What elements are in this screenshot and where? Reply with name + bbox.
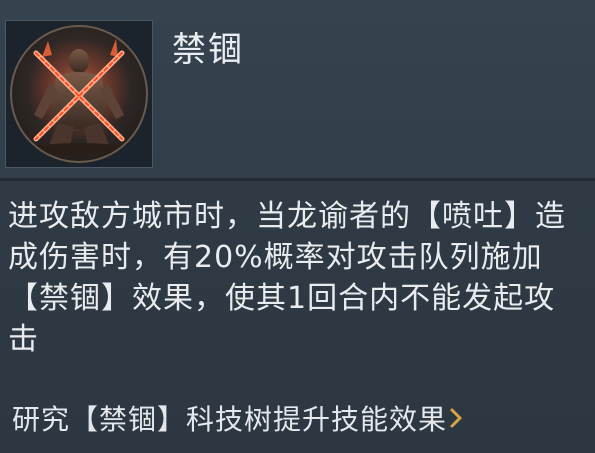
skill-icon-frame: [5, 20, 153, 168]
research-link-label: 研究【禁锢】科技树提升技能效果: [12, 403, 448, 436]
skill-header: 禁锢: [0, 0, 595, 178]
header-divider: [0, 178, 595, 181]
skill-title: 禁锢: [172, 30, 244, 70]
skill-tooltip-card: 禁锢 进攻敌方城市时，当龙谕者的【喷吐】造成伤害时，有20%概率对攻击队列施加【…: [0, 0, 595, 453]
skill-description: 进攻敌方城市时，当龙谕者的【喷吐】造成伤害时，有20%概率对攻击队列施加【禁锢】…: [8, 199, 566, 357]
shackled-warrior-icon: [10, 25, 148, 163]
chevron-right-icon: [449, 404, 463, 432]
research-tech-tree-link[interactable]: 研究【禁锢】科技树提升技能效果: [12, 398, 463, 438]
